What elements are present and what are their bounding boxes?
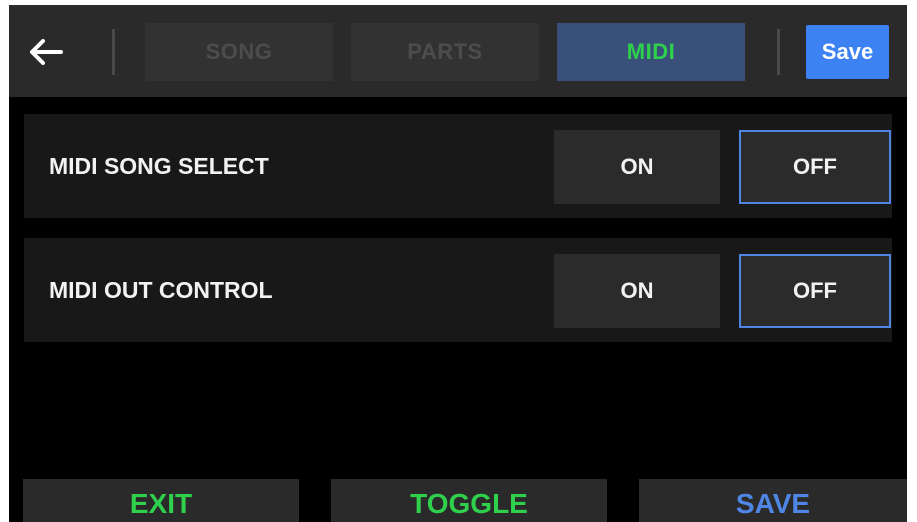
save-button[interactable]: Save — [806, 25, 889, 79]
tab-parts[interactable]: PARTS — [351, 23, 539, 81]
on-button[interactable]: ON — [554, 130, 720, 204]
exit-button[interactable]: EXIT — [23, 479, 299, 522]
header-divider — [112, 29, 115, 75]
top-bar: SONG PARTS MIDI Save — [9, 5, 907, 97]
off-button[interactable]: OFF — [739, 130, 891, 204]
back-button[interactable] — [23, 29, 69, 75]
device-screen: SONG PARTS MIDI Save MIDI SONG SELECT ON… — [9, 5, 907, 522]
setting-row-midi-song-select: MIDI SONG SELECT ON OFF — [24, 114, 892, 218]
setting-label: MIDI OUT CONTROL — [49, 276, 273, 303]
tab-midi[interactable]: MIDI — [557, 23, 745, 81]
arrow-left-icon — [30, 39, 63, 65]
on-button[interactable]: ON — [554, 254, 720, 328]
footer-save-button[interactable]: SAVE — [639, 479, 907, 522]
setting-row-midi-out-control: MIDI OUT CONTROL ON OFF — [24, 238, 892, 342]
tab-song[interactable]: SONG — [145, 23, 333, 81]
header-divider — [777, 29, 780, 75]
off-button[interactable]: OFF — [739, 254, 891, 328]
setting-label: MIDI SONG SELECT — [49, 152, 269, 179]
toggle-button[interactable]: TOGGLE — [331, 479, 607, 522]
